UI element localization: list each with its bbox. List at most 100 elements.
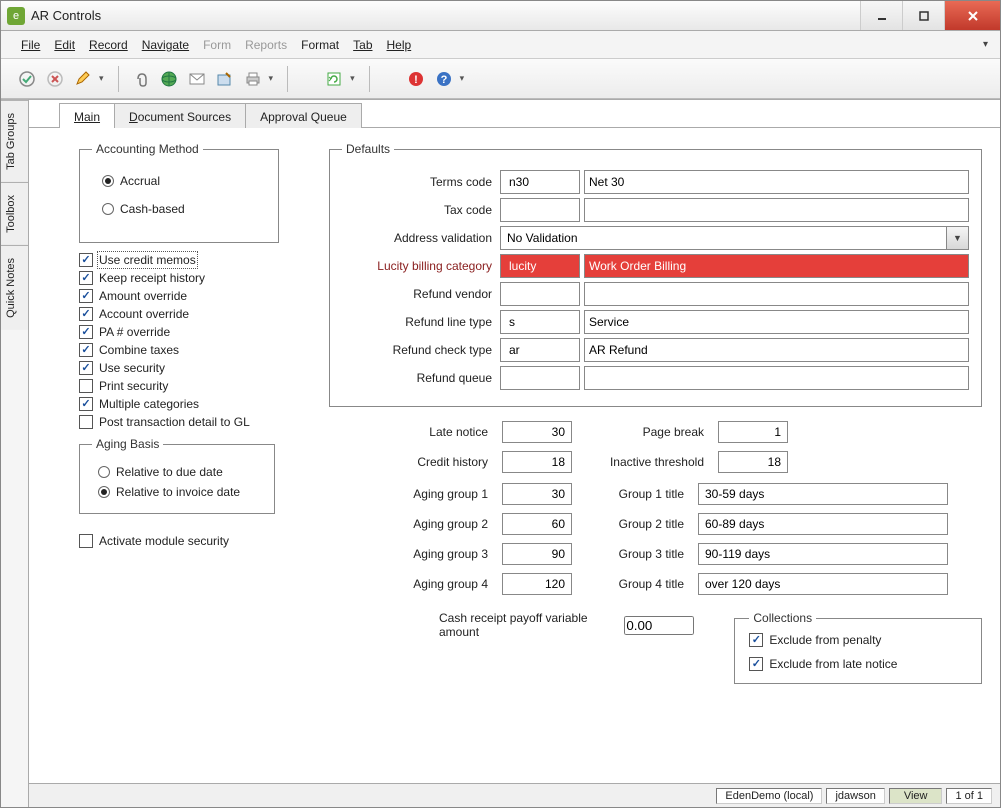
aging-g2-input[interactable] (502, 513, 572, 535)
refund-line-type-desc[interactable] (584, 310, 969, 334)
approve-icon[interactable] (15, 67, 39, 91)
svg-text:?: ? (440, 74, 447, 86)
g3-title-input[interactable] (698, 543, 948, 565)
refund-queue-desc[interactable] (584, 366, 969, 390)
globe-icon[interactable] (157, 67, 181, 91)
chk-exclude-late-notice[interactable]: Exclude from late notice (749, 655, 967, 673)
chk-post-transaction-detail[interactable]: Post transaction detail to GL (79, 413, 309, 431)
refund-queue-combo[interactable]: ▼ (500, 366, 580, 390)
aging-g4-input[interactable] (502, 573, 572, 595)
chk-pa-override[interactable]: PA # override (79, 323, 309, 341)
aging-g1-input[interactable] (502, 483, 572, 505)
chk-activate-module-security[interactable]: Activate module security (79, 532, 309, 550)
lucity-billing-combo[interactable]: ⋯ (500, 254, 580, 278)
lbl-terms-code: Terms code (342, 175, 500, 189)
aging-basis-legend: Aging Basis (92, 437, 163, 451)
side-tab-groups[interactable]: Tab Groups (1, 100, 28, 182)
aging-g3-input[interactable] (502, 543, 572, 565)
maximize-button[interactable] (902, 1, 944, 30)
mail-icon[interactable] (185, 67, 209, 91)
lbl-refund-queue: Refund queue (342, 371, 500, 385)
side-tab-quick-notes[interactable]: Quick Notes (1, 245, 28, 330)
lbl-refund-line-type: Refund line type (342, 315, 500, 329)
radio-relative-due[interactable]: Relative to due date (98, 465, 262, 479)
lbl-tax-code: Tax code (342, 203, 500, 217)
radio-accrual[interactable]: Accrual (102, 174, 266, 188)
chk-multiple-categories[interactable]: Multiple categories (79, 395, 309, 413)
g1-title-input[interactable] (698, 483, 948, 505)
refund-check-type-combo[interactable]: ▼ (500, 338, 580, 362)
defaults-legend: Defaults (342, 142, 394, 156)
print-dropdown-icon[interactable]: ▾ (269, 73, 274, 84)
menu-navigate[interactable]: Navigate (142, 38, 189, 52)
chk-use-credit-memos[interactable]: Use credit memos (79, 251, 309, 269)
close-button[interactable] (944, 1, 1000, 30)
menu-bar: File Edit Record Navigate Form Reports F… (1, 31, 1000, 59)
credit-history-input[interactable] (502, 451, 572, 473)
cash-receipt-input[interactable] (624, 616, 694, 635)
address-validation-combo[interactable]: ▼ (500, 226, 969, 250)
menu-format[interactable]: Format (301, 38, 339, 52)
lbl-aging-g2: Aging group 2 (329, 517, 494, 531)
tax-code-combo[interactable]: ▼ (500, 198, 580, 222)
menu-file[interactable]: File (21, 38, 40, 52)
defaults-group: Defaults Terms code ▼ Tax code ▼ (329, 142, 982, 407)
terms-code-combo[interactable]: ▼ (500, 170, 580, 194)
chk-exclude-penalty[interactable]: Exclude from penalty (749, 631, 967, 649)
attachment-icon[interactable] (129, 67, 153, 91)
refund-vendor-combo[interactable]: ⋯ (500, 282, 580, 306)
menu-record[interactable]: Record (89, 38, 128, 52)
reject-icon[interactable] (43, 67, 67, 91)
refresh-icon[interactable] (322, 67, 346, 91)
lbl-g1-title: Group 1 title (580, 487, 690, 501)
accounting-method-legend: Accounting Method (92, 142, 203, 156)
late-notice-input[interactable] (502, 421, 572, 443)
tab-approval-queue[interactable]: Approval Queue (245, 103, 362, 128)
chk-account-override[interactable]: Account override (79, 305, 309, 323)
accounting-method-group: Accounting Method Accrual Cash-based (79, 142, 279, 243)
app-icon: e (7, 7, 25, 25)
lucity-billing-desc[interactable] (584, 254, 969, 278)
svg-text:!: ! (414, 74, 418, 86)
chk-print-security[interactable]: Print security (79, 377, 309, 395)
tax-code-desc[interactable] (584, 198, 969, 222)
minimize-button[interactable] (860, 1, 902, 30)
radio-cash-based[interactable]: Cash-based (102, 202, 266, 216)
menu-tab[interactable]: Tab (353, 38, 372, 52)
page-break-input[interactable] (718, 421, 788, 443)
chk-keep-receipt-history[interactable]: Keep receipt history (79, 269, 309, 287)
g2-title-input[interactable] (698, 513, 948, 535)
g4-title-input[interactable] (698, 573, 948, 595)
menu-reports: Reports (245, 38, 287, 52)
edit-icon[interactable] (71, 67, 95, 91)
menu-overflow[interactable]: ▾ (983, 39, 988, 50)
refund-line-type-combo[interactable]: ▼ (500, 310, 580, 334)
address-validation-input[interactable] (501, 227, 946, 249)
help-icon[interactable]: ? (432, 67, 456, 91)
chk-use-security[interactable]: Use security (79, 359, 309, 377)
note-icon[interactable] (213, 67, 237, 91)
radio-relative-invoice[interactable]: Relative to invoice date (98, 485, 262, 499)
refund-check-type-desc[interactable] (584, 338, 969, 362)
refresh-dropdown-icon[interactable]: ▾ (350, 73, 355, 84)
print-icon[interactable] (241, 67, 265, 91)
help-dropdown-icon[interactable]: ▾ (460, 73, 465, 84)
chevron-down-icon[interactable]: ▼ (946, 227, 968, 249)
lbl-inactive-threshold: Inactive threshold (580, 455, 710, 469)
inactive-threshold-input[interactable] (718, 451, 788, 473)
lbl-credit-history: Credit history (329, 455, 494, 469)
chk-amount-override[interactable]: Amount override (79, 287, 309, 305)
lbl-refund-check-type: Refund check type (342, 343, 500, 357)
tab-document-sources[interactable]: Document Sources (114, 103, 246, 128)
side-tab-toolbox[interactable]: Toolbox (1, 182, 28, 245)
refund-vendor-desc[interactable] (584, 282, 969, 306)
lbl-page-break: Page break (580, 425, 710, 439)
tab-main[interactable]: Main (59, 103, 115, 128)
terms-code-desc[interactable] (584, 170, 969, 194)
menu-help[interactable]: Help (387, 38, 412, 52)
alert-icon[interactable]: ! (404, 67, 428, 91)
edit-dropdown-icon[interactable]: ▾ (99, 73, 104, 84)
chk-combine-taxes[interactable]: Combine taxes (79, 341, 309, 359)
lbl-aging-g3: Aging group 3 (329, 547, 494, 561)
menu-edit[interactable]: Edit (54, 38, 75, 52)
